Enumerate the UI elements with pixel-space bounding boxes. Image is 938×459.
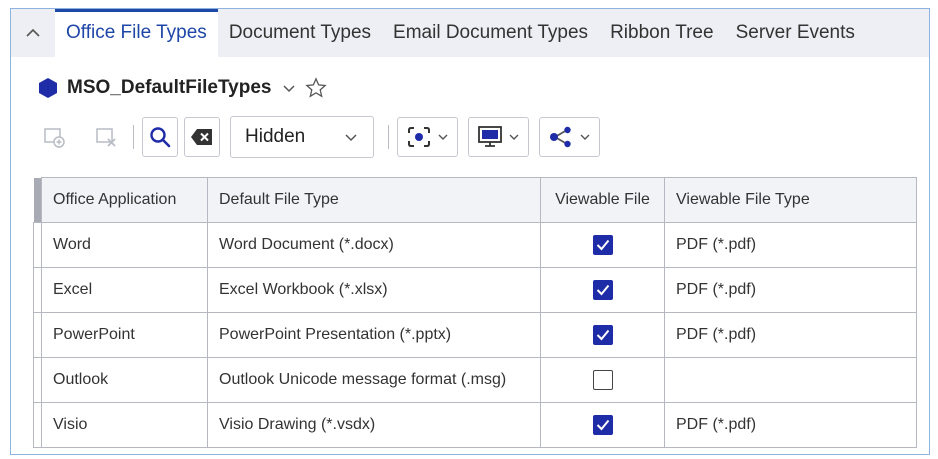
tab-document-types[interactable]: Document Types [218, 9, 382, 57]
viewable-file-type-cell[interactable] [664, 357, 917, 403]
viewable-file-cell [540, 267, 665, 313]
checkmark-icon [596, 239, 609, 251]
chevron-down-icon [438, 134, 448, 140]
default-file-type-cell[interactable]: Outlook Unicode message format (.msg) [207, 357, 541, 403]
clear-button[interactable] [184, 117, 220, 157]
viewable-file-checkbox[interactable] [592, 280, 613, 300]
add-item-button[interactable] [37, 117, 73, 157]
collapse-button[interactable] [11, 9, 55, 57]
clear-icon [191, 129, 212, 145]
viewable-file-type-cell[interactable]: PDF (*.pdf) [664, 312, 917, 358]
chevron-up-icon [26, 28, 40, 37]
remove-item-button[interactable] [89, 117, 125, 157]
toolbar: Hidden [37, 116, 610, 158]
office-application-cell[interactable]: Word [41, 222, 208, 268]
hexagon-icon [39, 78, 57, 98]
toolbar-separator [133, 125, 134, 149]
chevron-down-icon [580, 134, 590, 140]
column-header-viewable-file-type[interactable]: Viewable File Type [664, 177, 917, 223]
viewable-file-checkbox[interactable] [592, 370, 613, 390]
viewable-file-checkbox[interactable] [592, 235, 613, 255]
row-selector[interactable] [33, 402, 42, 448]
viewable-file-cell [540, 357, 665, 403]
focus-menu-button[interactable] [397, 117, 458, 157]
row-selector[interactable] [33, 267, 42, 313]
page-title: MSO_DefaultFileTypes [67, 77, 272, 98]
display-menu-button[interactable] [468, 117, 529, 157]
default-file-type-cell[interactable]: Word Document (*.docx) [207, 222, 541, 268]
tab-server-events[interactable]: Server Events [725, 9, 866, 57]
default-file-type-cell[interactable]: Excel Workbook (*.xlsx) [207, 267, 541, 313]
tab-ribbon-tree[interactable]: Ribbon Tree [599, 9, 725, 57]
share-icon [550, 126, 571, 148]
checkmark-icon [596, 329, 609, 341]
table-row[interactable]: Outlook Outlook Unicode message format (… [33, 357, 917, 403]
office-application-cell[interactable]: PowerPoint [41, 312, 208, 358]
search-icon [150, 127, 171, 148]
table-row[interactable]: Excel Excel Workbook (*.xlsx) PDF (*.pdf… [33, 267, 917, 313]
viewable-file-checkbox[interactable] [592, 325, 613, 345]
checkmark-icon [596, 284, 609, 296]
tab-email-document-types[interactable]: Email Document Types [382, 9, 599, 57]
table-header-row: Office Application Default File Type Vie… [33, 177, 917, 223]
row-selector[interactable] [33, 312, 42, 358]
toolbar-separator [388, 125, 389, 149]
visibility-filter-select[interactable]: Hidden [230, 116, 374, 158]
viewable-file-cell [540, 312, 665, 358]
tab-bar: Office File Types Document Types Email D… [11, 9, 929, 57]
office-application-cell[interactable]: Excel [41, 267, 208, 313]
app-frame: Office File Types Document Types Email D… [10, 8, 930, 455]
tab-office-file-types[interactable]: Office File Types [55, 9, 218, 57]
focus-icon [408, 127, 430, 147]
table-row[interactable]: Word Word Document (*.docx) PDF (*.pdf) [33, 222, 917, 268]
viewable-file-cell [540, 402, 665, 448]
remove-item-icon [96, 128, 116, 147]
table-row[interactable]: Visio Visio Drawing (*.vsdx) PDF (*.pdf) [33, 402, 917, 448]
checkmark-icon [596, 419, 609, 431]
search-button[interactable] [142, 117, 178, 157]
viewable-file-type-cell[interactable]: PDF (*.pdf) [664, 267, 917, 313]
row-selector-header [33, 177, 42, 223]
table-row[interactable]: PowerPoint PowerPoint Presentation (*.pp… [33, 312, 917, 358]
chevron-down-icon [345, 134, 357, 142]
column-header-office-application[interactable]: Office Application [41, 177, 208, 223]
chevron-down-icon[interactable] [281, 82, 297, 94]
office-application-cell[interactable]: Visio [41, 402, 208, 448]
viewable-file-checkbox[interactable] [592, 415, 613, 435]
add-item-icon [44, 128, 65, 148]
row-selector[interactable] [33, 357, 42, 403]
title-row: MSO_DefaultFileTypes [37, 77, 328, 99]
viewable-file-type-cell[interactable]: PDF (*.pdf) [664, 402, 917, 448]
visibility-filter-value: Hidden [245, 126, 306, 147]
viewable-file-cell [540, 222, 665, 268]
star-icon[interactable] [305, 77, 328, 99]
chevron-down-icon [509, 134, 519, 140]
share-menu-button[interactable] [539, 117, 600, 157]
column-header-viewable-file[interactable]: Viewable File [540, 177, 665, 223]
column-header-default-file-type[interactable]: Default File Type [207, 177, 541, 223]
viewable-file-type-cell[interactable]: PDF (*.pdf) [664, 222, 917, 268]
row-selector[interactable] [33, 222, 42, 268]
office-application-cell[interactable]: Outlook [41, 357, 208, 403]
monitor-icon [478, 126, 502, 147]
file-types-table: Office Application Default File Type Vie… [33, 177, 917, 448]
default-file-type-cell[interactable]: Visio Drawing (*.vsdx) [207, 402, 541, 448]
default-file-type-cell[interactable]: PowerPoint Presentation (*.pptx) [207, 312, 541, 358]
